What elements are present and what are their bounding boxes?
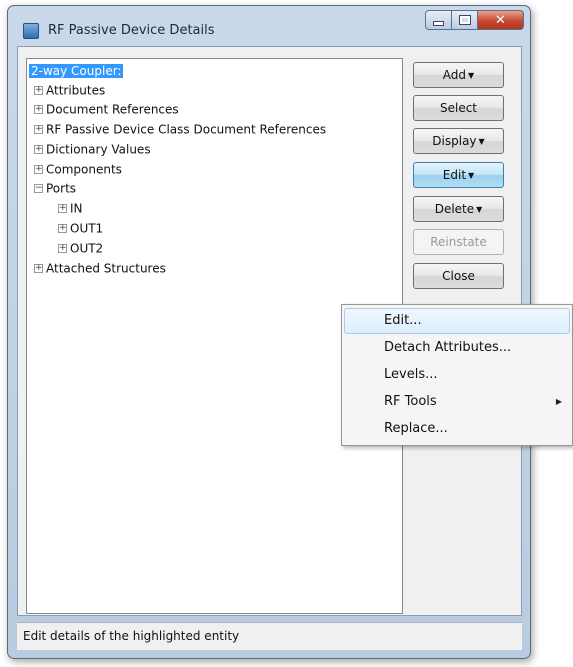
dropdown-arrow-icon: ▼ — [468, 170, 475, 180]
collapse-icon[interactable]: − — [34, 184, 43, 193]
tree-item-attributes[interactable]: + Attributes — [34, 81, 105, 99]
tree-item-label: Attributes — [46, 83, 106, 98]
tree-item-label: Document References — [46, 102, 179, 117]
delete-button-label: Delete — [434, 202, 475, 216]
tree-item-ports[interactable]: − Ports — [34, 179, 76, 197]
tree-item-label: OUT1 — [70, 221, 104, 236]
tree-item-label: Ports — [46, 181, 77, 196]
dropdown-arrow-icon: ▼ — [478, 136, 485, 146]
tree-item-document-references[interactable]: + Document References — [34, 100, 179, 118]
tree-item-attached-structures[interactable]: + Attached Structures — [34, 259, 166, 277]
display-button[interactable]: Display ▼ — [413, 128, 504, 154]
menu-item-replace[interactable]: Replace... — [344, 416, 570, 442]
tree-item-class-document-references[interactable]: + RF Passive Device Class Document Refere… — [34, 120, 326, 138]
close-icon: ✕ — [495, 12, 506, 28]
close-button[interactable]: Close — [413, 263, 504, 289]
tree-item-components[interactable]: + Components — [34, 160, 122, 178]
status-bar: Edit details of the highlighted entity — [17, 622, 522, 650]
menu-item-label: Levels... — [384, 367, 438, 382]
maximize-icon — [458, 15, 471, 25]
window-title: RF Passive Device Details — [48, 23, 215, 38]
close-button-label: Close — [442, 269, 475, 283]
tree-item-label: Components — [46, 162, 122, 177]
expand-icon[interactable]: + — [34, 125, 43, 134]
minimize-button[interactable] — [425, 10, 452, 30]
reinstate-button[interactable]: Reinstate — [413, 229, 504, 255]
close-window-button[interactable]: ✕ — [478, 10, 524, 30]
expand-icon[interactable]: + — [58, 224, 67, 233]
add-button[interactable]: Add ▼ — [413, 62, 504, 88]
title-bar[interactable]: RF Passive Device Details ✕ — [8, 6, 530, 50]
menu-item-label: Replace... — [384, 421, 448, 436]
tree-root[interactable]: 2-way Coupler: — [29, 62, 124, 80]
dropdown-arrow-icon: ▼ — [476, 204, 483, 214]
menu-item-label: Edit... — [384, 313, 422, 328]
tree-item-label: OUT2 — [70, 241, 104, 256]
window-controls: ✕ — [425, 10, 524, 30]
menu-item-rf-tools[interactable]: RF Tools ▶ — [344, 389, 570, 415]
maximize-button[interactable] — [452, 10, 478, 30]
tree-item-port-out1[interactable]: + OUT1 — [58, 219, 103, 237]
menu-item-label: Detach Attributes... — [384, 340, 512, 355]
menu-item-edit[interactable]: Edit... — [344, 308, 570, 334]
select-button[interactable]: Select — [413, 95, 504, 121]
expand-icon[interactable]: + — [34, 165, 43, 174]
menu-item-label: RF Tools — [384, 394, 437, 409]
expand-icon[interactable]: + — [34, 105, 43, 114]
edit-context-menu: Edit... Detach Attributes... Levels... R… — [341, 304, 573, 446]
select-button-label: Select — [439, 101, 478, 115]
tree-item-label: Attached Structures — [46, 261, 166, 276]
minimize-icon — [433, 20, 444, 26]
edit-button[interactable]: Edit ▼ — [413, 162, 504, 188]
tree-item-port-in[interactable]: + IN — [58, 199, 83, 217]
reinstate-button-label: Reinstate — [430, 235, 487, 249]
app-icon — [23, 23, 39, 39]
status-text: Edit details of the highlighted entity — [23, 629, 240, 643]
expand-icon[interactable]: + — [34, 264, 43, 273]
add-button-label: Add — [442, 68, 467, 82]
tree-root-label: 2-way Coupler: — [29, 64, 124, 78]
edit-button-label: Edit — [442, 168, 467, 182]
submenu-arrow-icon: ▶ — [555, 397, 562, 406]
expand-icon[interactable]: + — [58, 244, 67, 253]
tree-item-port-out2[interactable]: + OUT2 — [58, 239, 103, 257]
expand-icon[interactable]: + — [34, 145, 43, 154]
expand-icon[interactable]: + — [34, 86, 43, 95]
tree-item-dictionary-values[interactable]: + Dictionary Values — [34, 140, 151, 158]
delete-button[interactable]: Delete ▼ — [413, 196, 504, 222]
menu-item-levels[interactable]: Levels... — [344, 362, 570, 388]
tree-item-label: IN — [70, 201, 83, 216]
display-button-label: Display — [432, 134, 477, 148]
tree-item-label: RF Passive Device Class Document Referen… — [46, 122, 327, 137]
dropdown-arrow-icon: ▼ — [468, 70, 475, 80]
expand-icon[interactable]: + — [58, 204, 67, 213]
tree-item-label: Dictionary Values — [46, 142, 151, 157]
menu-item-detach-attributes[interactable]: Detach Attributes... — [344, 335, 570, 361]
